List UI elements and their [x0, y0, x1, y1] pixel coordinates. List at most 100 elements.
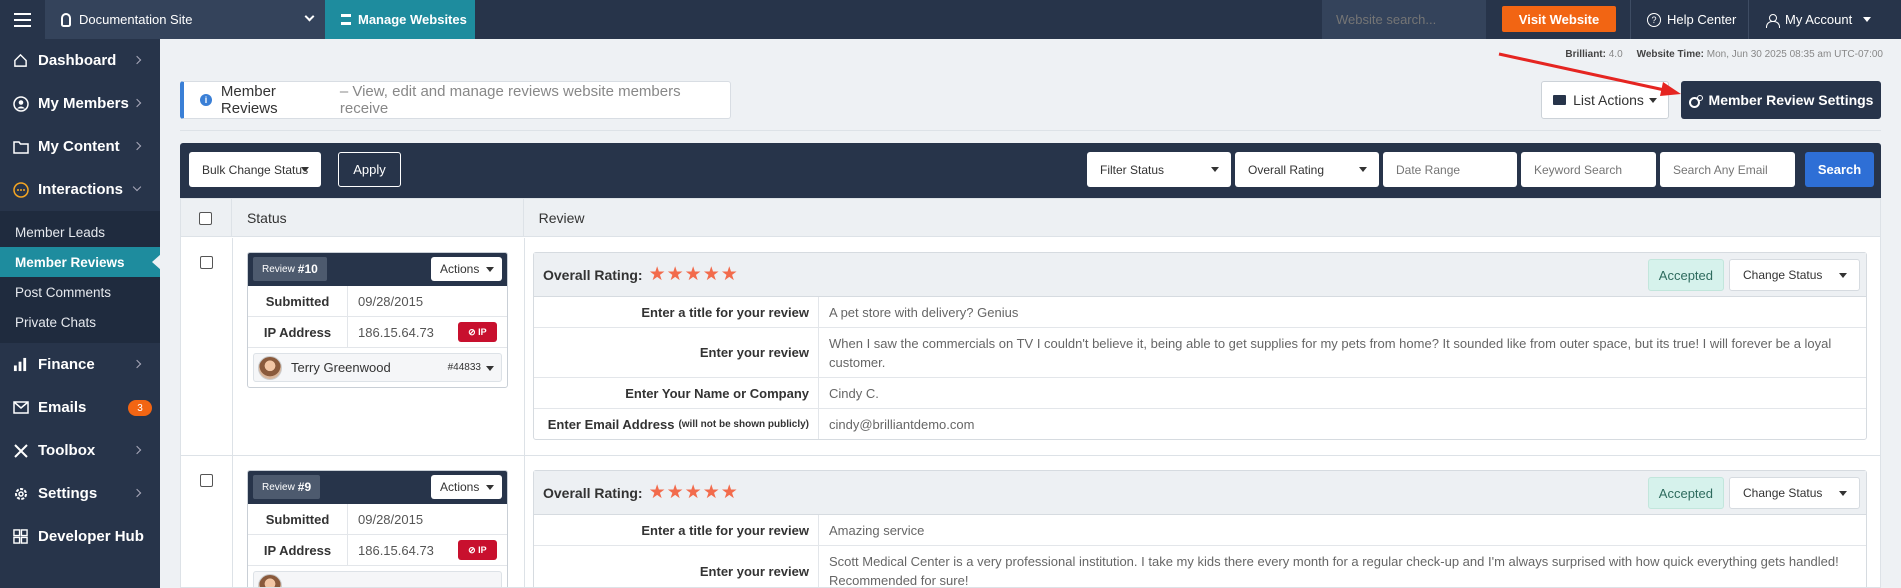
filter-status-select[interactable]: Filter Status [1087, 152, 1231, 187]
lightbulb-icon [61, 12, 71, 27]
help-center-link[interactable]: ? Help Center [1647, 0, 1736, 39]
field-label: Enter your review [534, 328, 819, 377]
email-note: (will not be shown publicly) [678, 418, 809, 430]
change-status-select[interactable]: Change Status [1729, 259, 1860, 291]
sidebar-item-emails[interactable]: Emails 3 [0, 386, 160, 429]
sidebar-item-my-content[interactable]: My Content [0, 125, 160, 168]
overall-rating-select[interactable]: Overall Rating [1235, 152, 1379, 187]
search-button[interactable]: Search [1805, 152, 1874, 187]
site-selector-label: Documentation Site [79, 12, 193, 27]
apply-button[interactable]: Apply [338, 152, 401, 187]
field-label: Enter a title for your review [534, 515, 819, 545]
my-account-link[interactable]: My Account [1766, 0, 1872, 39]
folder-icon [12, 138, 29, 155]
member-row [248, 566, 507, 587]
divider [232, 238, 233, 455]
column-header-status-label: Status [246, 210, 287, 226]
select-all-checkbox[interactable] [199, 211, 213, 225]
sidebar-subitem-member-reviews[interactable]: Member Reviews [0, 247, 161, 277]
review-field-row: Enter Email Address (will not be shown p… [534, 409, 1866, 439]
home-icon [12, 52, 29, 69]
review-field-row: Enter a title for your review A pet stor… [534, 297, 1866, 328]
layers-icon [341, 14, 351, 25]
top-bar: Documentation Site Manage Websites Visit… [0, 0, 1901, 39]
chevron-down-icon [304, 11, 315, 22]
sidebar-subitem-post-comments[interactable]: Post Comments [0, 277, 160, 307]
visit-website-button[interactable]: Visit Website [1502, 6, 1616, 32]
change-status-select[interactable]: Change Status [1729, 477, 1860, 509]
status-card: Review #9 Actions Submitted 09/28/2015 I… [247, 470, 508, 587]
member-selector[interactable] [253, 571, 502, 587]
overall-rating-label: Overall Rating [1248, 162, 1325, 177]
sidebar-item-label: Toolbox [38, 442, 96, 459]
help-center-label: Help Center [1667, 12, 1737, 27]
row-checkbox[interactable] [200, 256, 213, 269]
field-value: Scott Medical Center is a very professio… [829, 554, 1839, 588]
sidebar-item-toolbox[interactable]: Toolbox [0, 429, 160, 472]
caret-down-icon [1863, 17, 1872, 22]
ip-address-label: IP Address [248, 317, 348, 347]
sidebar-item-dashboard[interactable]: Dashboard [0, 39, 160, 82]
change-status-label: Change Status [1743, 486, 1823, 500]
ip-address-cell: 186.15.64.73 ⊘ IP [348, 535, 497, 565]
column-header-review-label: Review [538, 210, 585, 226]
overall-rating-label: Overall Rating: [543, 484, 643, 501]
chevron-down-icon [132, 182, 142, 192]
review-panel: Overall Rating: ★★★★★ Accepted Change St… [533, 470, 1867, 588]
star-rating: ★★★★★ [648, 482, 739, 503]
avatar [258, 355, 282, 380]
review-number-tag: Review #9 [253, 475, 321, 499]
chevron-right-icon [132, 55, 142, 65]
block-ip-text: IP [478, 327, 487, 337]
block-ip-button[interactable]: ⊘ IP [457, 540, 497, 560]
bulk-change-status-select[interactable]: Bulk Change Status [189, 152, 321, 187]
row-checkbox[interactable] [200, 474, 213, 487]
sidebar-item-my-members[interactable]: My Members [0, 82, 160, 125]
site-selector[interactable]: Documentation Site [45, 0, 325, 39]
caret-down-icon [486, 485, 494, 490]
sidebar-item-label: Finance [38, 356, 95, 373]
ip-address-value: 186.15.64.73 [358, 542, 434, 558]
sidebar-item-finance[interactable]: Finance [0, 343, 160, 386]
sidebar-subitem-member-leads[interactable]: Member Leads [0, 217, 160, 247]
field-label: Enter a title for your review [534, 297, 819, 327]
review-field-row: Enter your review Scott Medical Center i… [534, 546, 1866, 588]
user-icon [1766, 13, 1780, 28]
keyword-search-input[interactable] [1521, 152, 1656, 187]
sidebar-item-interactions[interactable]: Interactions [0, 168, 160, 211]
sidebar-subitem-private-chats[interactable]: Private Chats [0, 307, 160, 337]
table-header: Status Review [181, 199, 1880, 237]
sidebar-item-developer-hub[interactable]: Developer Hub [0, 515, 160, 558]
field-label: Enter Email Address (will not be shown p… [534, 409, 819, 439]
filter-toolbar: Bulk Change Status Apply Filter Status O… [180, 143, 1881, 198]
actions-button[interactable]: Actions [431, 257, 502, 281]
avatar [258, 573, 282, 587]
info-icon: i [200, 94, 212, 106]
block-ip-text: IP [478, 545, 487, 555]
caret-down-icon [1839, 273, 1847, 278]
review-tag-label: Review [262, 481, 295, 493]
member-selector[interactable]: Terry Greenwood #44833 [253, 353, 502, 382]
menu-icon[interactable] [0, 0, 45, 39]
table-row: Review #9 Actions Submitted 09/28/2015 I… [181, 456, 1880, 588]
member-review-settings-button[interactable]: Member Review Settings [1681, 81, 1881, 119]
star-rating: ★★★★★ [648, 264, 739, 285]
my-account-label: My Account [1785, 12, 1853, 27]
date-range-input[interactable] [1383, 152, 1517, 187]
email-search-input[interactable] [1660, 152, 1795, 187]
chat-icon [12, 181, 29, 198]
sidebar-item-label: Interactions [38, 181, 124, 198]
website-search-input[interactable] [1322, 0, 1486, 39]
bulk-change-status-label: Bulk Change Status [202, 162, 309, 177]
manage-websites-button[interactable]: Manage Websites [325, 0, 475, 39]
submitted-value: 09/28/2015 [358, 511, 424, 527]
emails-count-badge: 3 [128, 400, 152, 416]
page-title-box: i Member Reviews – View, edit and manage… [180, 81, 731, 119]
sidebar-item-settings[interactable]: Settings [0, 472, 160, 515]
actions-button[interactable]: Actions [431, 475, 502, 499]
divider [524, 456, 525, 587]
field-value: A pet store with delivery? Genius [829, 304, 1019, 320]
question-icon: ? [1647, 12, 1661, 27]
member-name: Terry Greenwood [291, 360, 391, 375]
block-ip-button[interactable]: ⊘ IP AddressIP [457, 322, 497, 342]
